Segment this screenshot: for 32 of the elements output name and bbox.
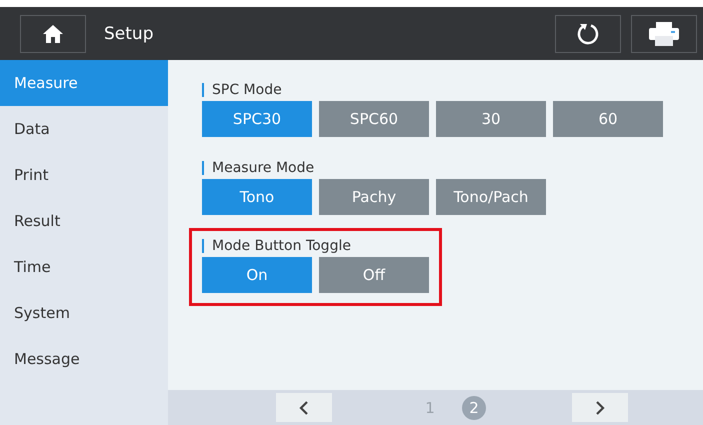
sidebar-item[interactable]: Message — [0, 336, 168, 382]
reset-button[interactable] — [555, 14, 621, 52]
screen-title: Setup — [104, 24, 154, 44]
section-title: Mode Button Toggle — [202, 239, 429, 253]
home-icon — [42, 24, 64, 44]
printer-icon — [648, 22, 680, 46]
option-button[interactable]: Tono/Pach — [436, 179, 546, 215]
option-button[interactable]: Tono — [202, 179, 312, 215]
print-button[interactable] — [631, 14, 697, 52]
sidebar-item[interactable]: Time — [0, 244, 168, 290]
refresh-icon — [576, 22, 600, 46]
section-title: SPC Mode — [202, 83, 663, 97]
option-button[interactable]: SPC30 — [202, 101, 312, 137]
option-button[interactable]: 30 — [436, 101, 546, 137]
next-button[interactable] — [572, 393, 628, 422]
page-number[interactable]: 1 — [418, 396, 442, 420]
previous-button[interactable] — [276, 393, 332, 422]
sidebar-item[interactable]: Measure — [0, 60, 168, 106]
option-button[interactable]: On — [202, 257, 312, 293]
page-number[interactable]: 2 — [462, 396, 486, 420]
home-button[interactable] — [20, 14, 86, 52]
option-button[interactable]: 60 — [553, 101, 663, 137]
sidebar-item[interactable]: Print — [0, 152, 168, 198]
section-title: Measure Mode — [202, 161, 546, 175]
sidebar-item[interactable]: Data — [0, 106, 168, 152]
option-button[interactable]: Off — [319, 257, 429, 293]
chevron-right-icon — [595, 400, 605, 416]
sidebar-item[interactable]: System — [0, 290, 168, 336]
option-button[interactable]: Pachy — [319, 179, 429, 215]
option-button[interactable]: SPC60 — [319, 101, 429, 137]
chevron-left-icon — [299, 400, 309, 416]
sidebar-item[interactable]: Result — [0, 198, 168, 244]
